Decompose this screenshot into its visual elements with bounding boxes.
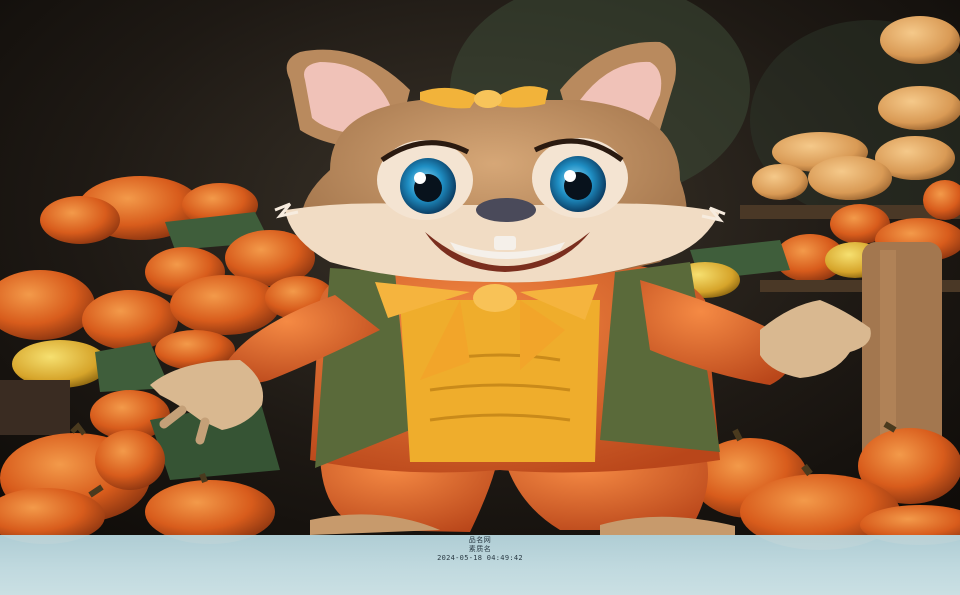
squirrel-illustration bbox=[0, 0, 960, 595]
watermark-timestamp: 2024-05-18 04:49:42 bbox=[437, 554, 523, 562]
watermark-line-2: 素质名 bbox=[468, 545, 492, 553]
watermark-line-1: 品名网 bbox=[468, 536, 492, 544]
photo-scene: 品名网 素质名 2024-05-18 04:49:42 bbox=[0, 0, 960, 595]
watermark-caption: 品名网 素质名 2024-05-18 04:49:42 bbox=[0, 535, 960, 595]
